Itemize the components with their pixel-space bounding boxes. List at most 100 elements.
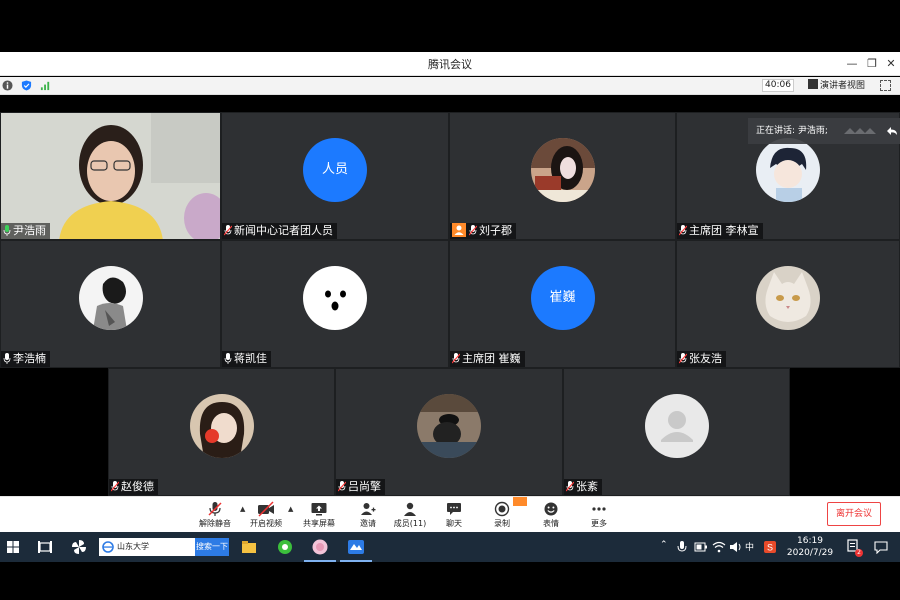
emoji-button[interactable]: 表情 — [528, 499, 574, 529]
record-label: 录制 — [494, 519, 510, 528]
members-icon — [404, 502, 416, 516]
participant-tile[interactable]: 人员 新闻中心记者团人员 — [221, 112, 449, 240]
share-screen-icon — [311, 503, 327, 516]
speaking-text: 正在讲话: 尹浩雨; — [756, 126, 828, 136]
ime-indicator[interactable]: 中 — [745, 540, 754, 553]
participant-tile[interactable]: 刘子郡 — [449, 112, 676, 240]
info-icon[interactable] — [2, 80, 13, 91]
sogou-ime-icon[interactable]: S — [763, 540, 777, 554]
microphone-icon — [224, 353, 232, 364]
letterbox-bottom — [0, 562, 900, 600]
invite-button[interactable]: 邀请 — [345, 499, 391, 529]
microphone-muted-icon — [224, 225, 232, 236]
participant-tile[interactable]: 蒋凯佳 — [221, 240, 449, 368]
participant-name: 李浩楠 — [13, 352, 46, 365]
signal-icon[interactable] — [40, 80, 51, 91]
unmute-button[interactable]: 解除静音 — [192, 499, 238, 529]
shield-icon[interactable] — [21, 80, 32, 91]
participant-nameplate: 刘子郡 — [450, 223, 516, 239]
participant-tile[interactable]: 张友浩 — [676, 240, 900, 368]
record-icon — [494, 501, 510, 517]
start-video-label: 开启视频 — [250, 519, 282, 528]
speaking-indicator: 正在讲话: 尹浩雨; — [748, 118, 900, 144]
participant-nameplate: 李浩楠 — [1, 351, 50, 367]
participant-name: 蒋凯佳 — [234, 352, 267, 365]
participant-tile[interactable]: 崔巍 主席团 崔巍 — [449, 240, 676, 368]
windows-taskbar: 山东大学 搜索一下 ⌃ 中 S 16:19 2020/7/29 2 — [0, 532, 900, 562]
participant-name: 张友浩 — [689, 352, 722, 365]
window-titlebar[interactable]: 腾讯会议 — ❐ ✕ — [0, 52, 900, 76]
clock-time: 16:19 — [797, 536, 823, 546]
minimize-icon[interactable]: — — [842, 54, 862, 74]
participant-nameplate: 张紊 — [564, 479, 602, 495]
members-button[interactable]: 成员(11) — [387, 499, 433, 529]
participant-nameplate: 张友浩 — [677, 351, 726, 367]
participant-tile[interactable]: 李浩楠 — [0, 240, 221, 368]
speaker-view-label: 演讲者视图 — [820, 81, 866, 91]
participant-name: 主席团 崔巍 — [462, 352, 521, 365]
meeting-timer: 40:06 — [762, 79, 794, 92]
task-view-icon[interactable] — [36, 538, 54, 556]
participant-tile[interactable]: 张紊 — [563, 368, 790, 496]
speaking-wave-icon — [844, 128, 876, 134]
battery-icon[interactable] — [694, 542, 708, 552]
avatar — [189, 394, 254, 458]
restore-icon[interactable]: ❐ — [862, 54, 882, 74]
participant-name: 张紊 — [576, 480, 598, 493]
microphone-muted-icon — [679, 225, 687, 236]
start-video-button[interactable]: 开启视频 — [243, 499, 289, 529]
file-explorer-icon[interactable] — [240, 538, 258, 556]
svg-text:S: S — [767, 543, 773, 553]
microphone-muted-icon — [208, 502, 222, 516]
participant-tile[interactable]: 吕尚擎 — [335, 368, 563, 496]
speaker-view-button[interactable]: 演讲者视图 — [808, 79, 865, 93]
avatar — [78, 266, 143, 330]
clock-date: 2020/7/29 — [786, 548, 834, 558]
participant-tile-self-video[interactable]: 尹浩雨 — [0, 112, 221, 240]
avatar — [756, 138, 820, 202]
windows-start-icon[interactable] — [4, 538, 22, 556]
participant-nameplate: 吕尚擎 — [336, 479, 385, 495]
record-button[interactable]: 录制 — [479, 499, 525, 529]
action-center-icon[interactable] — [874, 540, 888, 554]
invite-label: 邀请 — [360, 519, 376, 528]
members-label: 成员(11) — [393, 519, 427, 528]
taskbar-search-input[interactable]: 山东大学 — [99, 538, 195, 556]
chat-label: 聊天 — [446, 519, 462, 528]
participant-nameplate: 蒋凯佳 — [222, 351, 271, 367]
share-screen-button[interactable]: 共享屏幕 — [296, 499, 342, 529]
host-person-icon — [452, 223, 466, 237]
close-icon[interactable]: ✕ — [881, 54, 900, 74]
microphone-muted-icon — [452, 353, 460, 364]
participant-name: 吕尚擎 — [348, 480, 381, 493]
pinwheel-icon[interactable] — [70, 538, 88, 556]
pinned-app-icon[interactable] — [311, 538, 329, 556]
ie-browser-icon — [102, 541, 114, 553]
tray-expand-icon[interactable]: ⌃ — [660, 540, 668, 550]
browser-360-icon[interactable] — [276, 538, 294, 556]
more-label: 更多 — [591, 519, 607, 528]
leave-meeting-button[interactable]: 离开会议 — [827, 502, 881, 526]
video-grid: 尹浩雨 人员 新闻中心记者团人员 刘子郡 主席团 李林宣 李浩楠 蒋凯佳 崔巍 … — [0, 96, 900, 496]
chat-button[interactable]: 聊天 — [431, 499, 477, 529]
fullscreen-icon[interactable] — [880, 80, 891, 91]
search-text: 山东大学 — [117, 542, 149, 551]
more-button[interactable]: 更多 — [576, 499, 622, 529]
microphone-muted-icon — [679, 353, 687, 364]
search-button[interactable]: 搜索一下 — [195, 538, 229, 556]
tencent-meeting-icon[interactable] — [347, 538, 365, 556]
volume-icon[interactable] — [729, 541, 743, 553]
notification-badge: 2 — [855, 549, 863, 557]
add-user-icon — [361, 503, 376, 515]
wifi-icon[interactable] — [712, 541, 726, 553]
meeting-infobar: 40:06 演讲者视图 — [0, 77, 900, 95]
video-options-caret[interactable]: ▲ — [288, 505, 293, 513]
taskbar-clock[interactable]: 16:19 2020/7/29 — [786, 535, 834, 559]
tray-microphone-icon[interactable] — [676, 540, 688, 554]
microphone-icon — [3, 353, 11, 364]
participant-tile[interactable]: 赵俊德 — [108, 368, 335, 496]
meeting-toolbar: 解除静音 ▲ 开启视频 ▲ 共享屏幕 邀请 成员(11) 聊天 录制 表情 更多… — [0, 496, 900, 532]
microphone-muted-icon — [338, 481, 346, 492]
collapse-arrow-icon[interactable] — [886, 126, 898, 136]
emoji-icon — [544, 502, 558, 516]
